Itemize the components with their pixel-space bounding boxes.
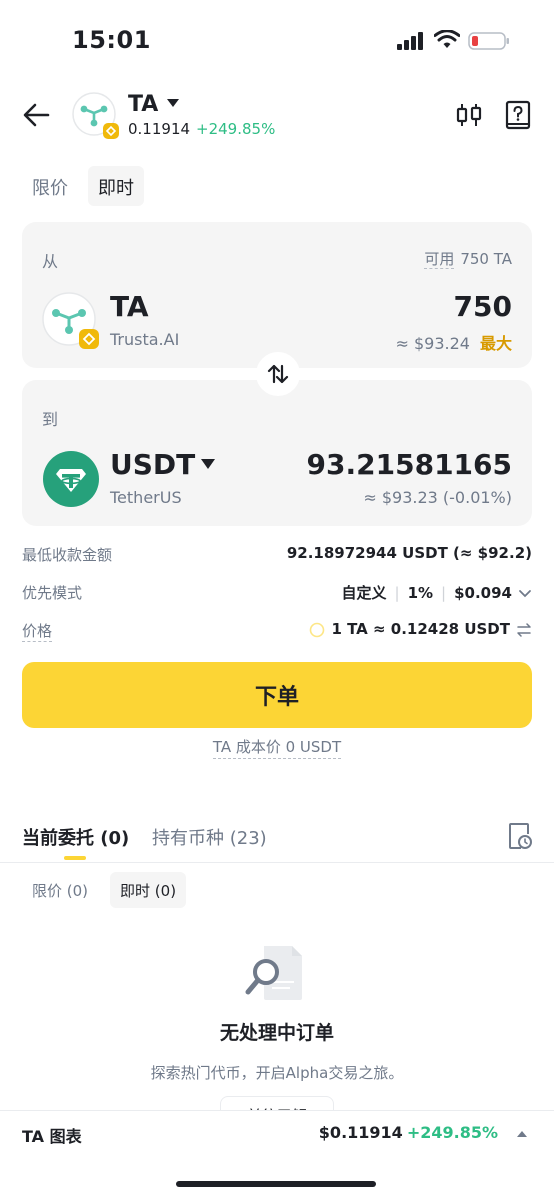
separator: |: [394, 584, 400, 602]
priority-slippage: 1%: [407, 584, 434, 602]
chevron-down-icon[interactable]: [200, 458, 216, 470]
priority-mode-label: 优先模式: [22, 584, 83, 602]
ta-token-logo: [72, 92, 119, 139]
battery-low-icon: [468, 32, 509, 50]
to-coin-name: TetherUS: [110, 488, 182, 507]
swap-direction-button[interactable]: [256, 352, 300, 396]
orders-tabs: 当前委托 (0) 持有币种 (23): [22, 818, 532, 862]
from-amount-usd: ≈ $93.24 最大: [396, 330, 513, 354]
chart-bar-label: TA 图表: [22, 1127, 82, 1146]
place-order-button[interactable]: 下单: [22, 662, 532, 728]
empty-state-title: 无处理中订单: [219, 1022, 334, 1044]
status-bar: 15:01: [0, 0, 554, 80]
empty-state-description: 探索热门代币，开启Alpha交易之旅。: [150, 1064, 404, 1082]
priority-mode-value[interactable]: 自定义 | 1% | $0.094: [342, 582, 533, 603]
expand-up-icon[interactable]: [516, 1129, 528, 1138]
to-amount: 93.21581165: [306, 448, 512, 481]
from-amount-usd-value: ≈ $93.24: [395, 334, 470, 353]
available-label: 可用: [424, 250, 455, 269]
available-value: 750 TA: [460, 250, 512, 268]
separator: |: [441, 584, 447, 602]
token-price-line: 0.11914 +249.85%: [128, 120, 275, 138]
from-label: 从: [42, 252, 59, 271]
from-amount-input[interactable]: 750: [454, 290, 512, 323]
to-label: 到: [42, 410, 59, 429]
chevron-down-icon[interactable]: [166, 98, 180, 108]
min-receive-label: 最低收款金额: [22, 546, 113, 564]
wifi-icon: [434, 30, 460, 48]
cost-basis: TA 成本价 0 USDT: [0, 736, 554, 759]
price-value: 1 TA ≈ 0.12428 USDT: [331, 620, 510, 638]
order-history-icon[interactable]: [508, 822, 532, 850]
max-button[interactable]: 最大: [480, 334, 512, 353]
priority-fee: $0.094: [454, 584, 512, 602]
trade-type-tabs: 限价 即时: [22, 166, 144, 206]
status-time: 15:01: [72, 26, 151, 54]
tab-open-orders[interactable]: 当前委托 (0): [22, 824, 129, 850]
empty-search-icon: [245, 946, 302, 1000]
price-label[interactable]: 价格: [22, 620, 53, 642]
chart-bar-price-line: $0.11914 +249.85%: [319, 1123, 498, 1142]
to-coin-symbol[interactable]: USDT: [110, 448, 195, 481]
invert-price-icon[interactable]: [516, 622, 532, 637]
refresh-timer-icon: [310, 622, 325, 637]
from-card: 从 可用 750 TA TA Trusta.AI 750 ≈ $93.24 最大: [22, 222, 532, 368]
tab-limit[interactable]: 限价: [22, 166, 78, 206]
min-receive-value: 92.18972944 USDT (≈ $92.2): [286, 544, 532, 562]
sub-tab-instant[interactable]: 即时 (0): [110, 872, 187, 908]
ta-coin-logo: [42, 292, 99, 349]
active-tab-indicator: [64, 856, 86, 860]
cellular-signal-icon: [397, 32, 423, 50]
tab-holdings[interactable]: 持有币种 (23): [152, 824, 267, 850]
to-amount-usd: ≈ $93.23 (-0.01%): [363, 488, 512, 507]
available-balance: 可用 750 TA: [424, 248, 512, 269]
min-receive-row: 最低收款金额 92.18972944 USDT (≈ $92.2): [22, 542, 532, 568]
token-header: TA 0.11914 +249.85%: [0, 80, 554, 160]
cost-basis-text[interactable]: TA 成本价 0 USDT: [212, 738, 342, 759]
candlestick-chart-icon[interactable]: [456, 102, 482, 128]
token-price: 0.11914: [128, 120, 191, 138]
chart-bar-price: $0.11914: [318, 1123, 403, 1142]
token-symbol[interactable]: TA: [128, 92, 158, 117]
bottom-chart-bar[interactable]: TA 图表 $0.11914 +249.85%: [0, 1110, 554, 1200]
priority-mode-row[interactable]: 优先模式 自定义 | 1% | $0.094: [22, 580, 532, 606]
token-change: +249.85%: [196, 120, 276, 138]
divider: [0, 862, 554, 863]
help-book-icon[interactable]: [505, 100, 531, 130]
tab-instant[interactable]: 即时: [88, 166, 144, 206]
chevron-down-icon: [519, 589, 531, 597]
price-row: 价格 1 TA ≈ 0.12428 USDT: [22, 618, 532, 644]
to-card: 到 USDT TetherUS 93.21581165 ≈ $93.23 (-0…: [22, 380, 532, 526]
sub-tab-limit[interactable]: 限价 (0): [22, 872, 98, 908]
from-coin-name: Trusta.AI: [110, 330, 180, 349]
priority-mode: 自定义: [341, 584, 387, 602]
from-coin-symbol[interactable]: TA: [110, 290, 149, 323]
chart-bar-change: +249.85%: [406, 1123, 498, 1142]
price-value-wrap: 1 TA ≈ 0.12428 USDT: [309, 620, 532, 638]
back-arrow-icon[interactable]: [22, 102, 50, 128]
swap-arrows-icon: [267, 364, 289, 384]
usdt-coin-logo: [43, 451, 99, 507]
home-indicator: [176, 1181, 376, 1187]
order-sub-tabs: 限价 (0) 即时 (0): [22, 872, 187, 908]
